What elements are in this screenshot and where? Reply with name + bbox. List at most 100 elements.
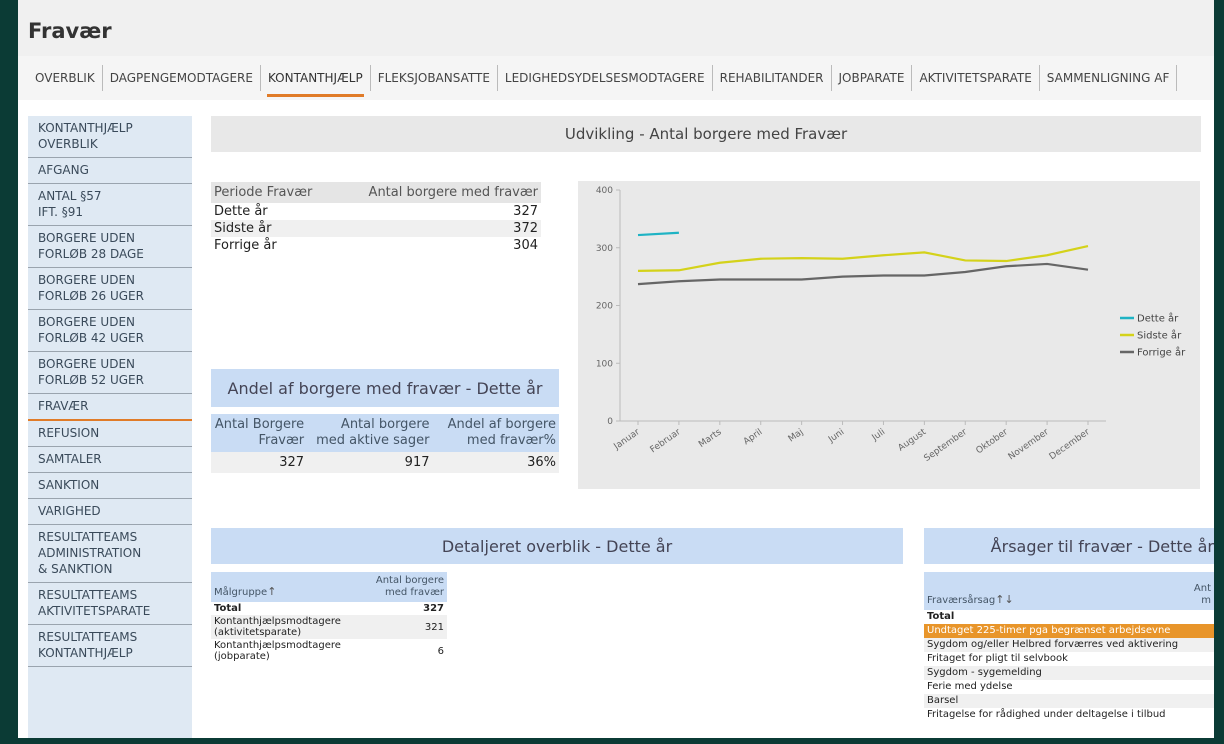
antal-header[interactable]: Ant m	[1186, 572, 1214, 610]
y-tick-label: 200	[596, 302, 613, 312]
aarsag-cell: Ferie med ydelse	[927, 681, 1013, 692]
udvikling-title: Udvikling - Antal borgere med Fravær	[564, 125, 848, 143]
maalgruppe-cell: Kontanthjælpsmodtagere (jobparate)	[214, 640, 341, 662]
tab-kontanthjælp[interactable]: KONTANTHJÆLP	[261, 65, 371, 97]
antal-cell: 321	[365, 615, 447, 639]
andel-cell: 36%	[432, 452, 559, 473]
page-title: Fravær	[28, 19, 112, 43]
x-tick-label: September	[923, 427, 970, 464]
count-header: Antal borgere med fravær	[334, 182, 541, 203]
count-cell: 304	[513, 238, 538, 253]
y-tick-label: 300	[596, 244, 613, 254]
tab-dagpengemodtagere[interactable]: DAGPENGEMODTAGERE	[103, 65, 261, 91]
table-row[interactable]: Sygdom - sygemelding	[924, 666, 1214, 680]
y-tick-label: 100	[596, 359, 613, 369]
maalgruppe-header[interactable]: Målgruppe↑	[211, 572, 365, 602]
x-tick-label: Februar	[649, 427, 683, 455]
detail-table: Målgruppe↑ Antal borgere med fravær Tota…	[211, 572, 447, 663]
title-bar: Fravær	[18, 0, 1214, 56]
table-row[interactable]: 327 917 36%	[211, 452, 559, 473]
aarsag-table: Fraværsårsag↑↓ Ant m Total Undtaget 225-t…	[924, 572, 1214, 722]
table-row[interactable]: Fritaget for pligt til selvbook	[924, 652, 1214, 666]
sidebar-item-antal-57[interactable]: ANTAL §57 IFT. §91	[28, 184, 192, 226]
sort-arrow-icon[interactable]: ↑↓	[995, 593, 1013, 606]
table-row[interactable]: Barsel	[924, 694, 1214, 708]
aarsag-label: Fraværsårsag	[927, 595, 996, 606]
table-row[interactable]: Kontanthjælpsmodtagere (jobparate) 6	[211, 639, 447, 663]
legend-label: Dette år	[1137, 312, 1179, 325]
sort-arrow-icon[interactable]: ↑	[267, 585, 276, 598]
sidebar-item-resultatteams[interactable]: RESULTATTEAMS ADMINISTRATION & SANKTION	[28, 525, 192, 583]
x-tick-label: December	[1048, 427, 1092, 462]
andel-header: Antal Borgere Fravær	[211, 414, 308, 452]
aarsag-cell: Sygdom - sygemelding	[924, 666, 1214, 680]
tab-sammenligning-af[interactable]: SAMMENLIGNING AF	[1040, 65, 1178, 91]
sidebar: KONTANTHJÆLP OVERBLIK AFGANG ANTAL §57 IFT…	[28, 116, 192, 738]
sidebar-item-resultatteams[interactable]: RESULTATTEAMS KONTANTHJÆLP	[28, 625, 192, 667]
x-tick-label: Juli	[870, 427, 887, 443]
y-tick-label: 400	[596, 186, 613, 196]
sidebar-item-borgere-uden[interactable]: BORGERE UDEN FORLØB 28 DAGE	[28, 226, 192, 268]
aarsag-cell: Sygdom og/eller Helbred forværres ved ak…	[924, 638, 1214, 652]
app-window: Fravær OVERBLIK DAGPENGEMODTAGERE KONTANTH…	[18, 0, 1214, 738]
table-row[interactable]: Fritagelse for rådighed under deltagelse…	[924, 708, 1214, 722]
tab-overblik[interactable]: OVERBLIK	[28, 65, 103, 91]
aarsag-cell: Barsel	[924, 694, 1214, 708]
sidebar-item-resultatteams[interactable]: RESULTATTEAMS AKTIVITETSPARATE	[28, 583, 192, 625]
tab-jobparate[interactable]: JOBPARATE	[832, 65, 913, 91]
detaljeret-title: Detaljeret overblik - Dette år	[441, 536, 673, 556]
table-row[interactable]: Ferie med ydelse	[924, 680, 1214, 694]
period-header: Periode Fravær	[211, 182, 335, 203]
tab-aktivitetsparate[interactable]: AKTIVITETSPARATE	[912, 65, 1040, 91]
period-cell: Sidste år	[211, 220, 335, 237]
sidebar-item-borgere-uden[interactable]: BORGERE UDEN FORLØB 52 UGER	[28, 352, 192, 394]
table-row[interactable]: Sidste år 372	[211, 220, 541, 237]
sidebar-item-borgere-uden[interactable]: BORGERE UDEN FORLØB 42 UGER	[28, 310, 192, 352]
x-tick-label: Oktober	[974, 427, 1010, 456]
x-tick-label: August	[897, 427, 929, 454]
table-row[interactable]: Kontanthjælpsmodtagere (aktivitetsparate…	[211, 615, 447, 639]
aarsag-cell: Undtaget 225-timer pga begrænset arbejds…	[924, 624, 1214, 638]
table-row[interactable]: Dette år 327	[211, 203, 541, 220]
tab-rehabilitander[interactable]: REHABILITANDER	[713, 65, 832, 91]
table-row[interactable]: Forrige år 304	[211, 237, 541, 254]
table-row[interactable]: Total 327	[211, 602, 447, 615]
aarsager-banner: Årsager til fravær - Dette år	[924, 528, 1214, 564]
series-line-forrige-år	[637, 262, 1089, 286]
tab-ledighedsydelsesmodtagere[interactable]: LEDIGHEDSYDELSESMODTAGERE	[498, 65, 713, 91]
udvikling-banner: Udvikling - Antal borgere med Fravær	[211, 116, 1201, 152]
detaljeret-banner: Detaljeret overblik - Dette år	[211, 528, 903, 564]
period-cell: Dette år	[214, 204, 268, 219]
x-tick-label: Maj	[787, 427, 806, 444]
x-tick-label: April	[742, 427, 765, 447]
chart-svg: 0 100 200 300 400 Januar Februar Marts April Maj J…	[596, 186, 1186, 464]
table-row[interactable]: Sygdom og/eller Helbred forværres ved ak…	[924, 638, 1214, 652]
line-chart[interactable]: 0 100 200 300 400 Januar Februar Marts April Maj J…	[578, 181, 1200, 489]
maalgruppe-cell: Kontanthjælpsmodtagere (aktivitetsparate…	[211, 615, 365, 639]
aarsager-title: Årsager til fravær - Dette år	[990, 536, 1214, 556]
x-tick-label: November	[1007, 427, 1051, 462]
aarsag-header[interactable]: Fraværsårsag↑↓	[924, 572, 1186, 610]
sidebar-item-varighed[interactable]: VARIGHED	[28, 499, 192, 525]
table-row[interactable]: Undtaget 225-timer pga begrænset arbejds…	[924, 624, 1214, 638]
sidebar-item-refusion[interactable]: REFUSION	[28, 421, 192, 447]
x-tick-label: Januar	[612, 427, 642, 452]
sidebar-item-samtaler[interactable]: SAMTALER	[28, 447, 192, 473]
antal-header[interactable]: Antal borgere med fravær	[365, 572, 447, 602]
andel-header: Andel af borgere med fravær%	[432, 414, 559, 452]
table-row[interactable]: Total	[924, 610, 1214, 624]
sidebar-item-sanktion[interactable]: SANKTION	[28, 473, 192, 499]
andel-cell: 917	[307, 452, 433, 473]
maalgruppe-cell: Total	[214, 603, 242, 614]
x-tick-label: Marts	[697, 427, 724, 450]
tab-fleksjobansatte[interactable]: FLEKSJOBANSATTE	[371, 65, 498, 91]
series-line-dette-år	[637, 231, 679, 237]
sidebar-item-kontanthjælp[interactable]: KONTANTHJÆLP OVERBLIK	[28, 116, 192, 158]
sidebar-item-borgere-uden[interactable]: BORGERE UDEN FORLØB 26 UGER	[28, 268, 192, 310]
andel-table: Antal Borgere Fravær Antal borgere med a…	[211, 414, 559, 473]
antal-cell: 6	[437, 645, 444, 657]
sidebar-item-fravær[interactable]: FRAVÆR	[28, 394, 192, 421]
andel-title: Andel af borgere med fravær - Dette år	[227, 378, 543, 398]
sidebar-item-afgang[interactable]: AFGANG	[28, 158, 192, 184]
andel-banner: Andel af borgere med fravær - Dette år	[211, 369, 559, 407]
